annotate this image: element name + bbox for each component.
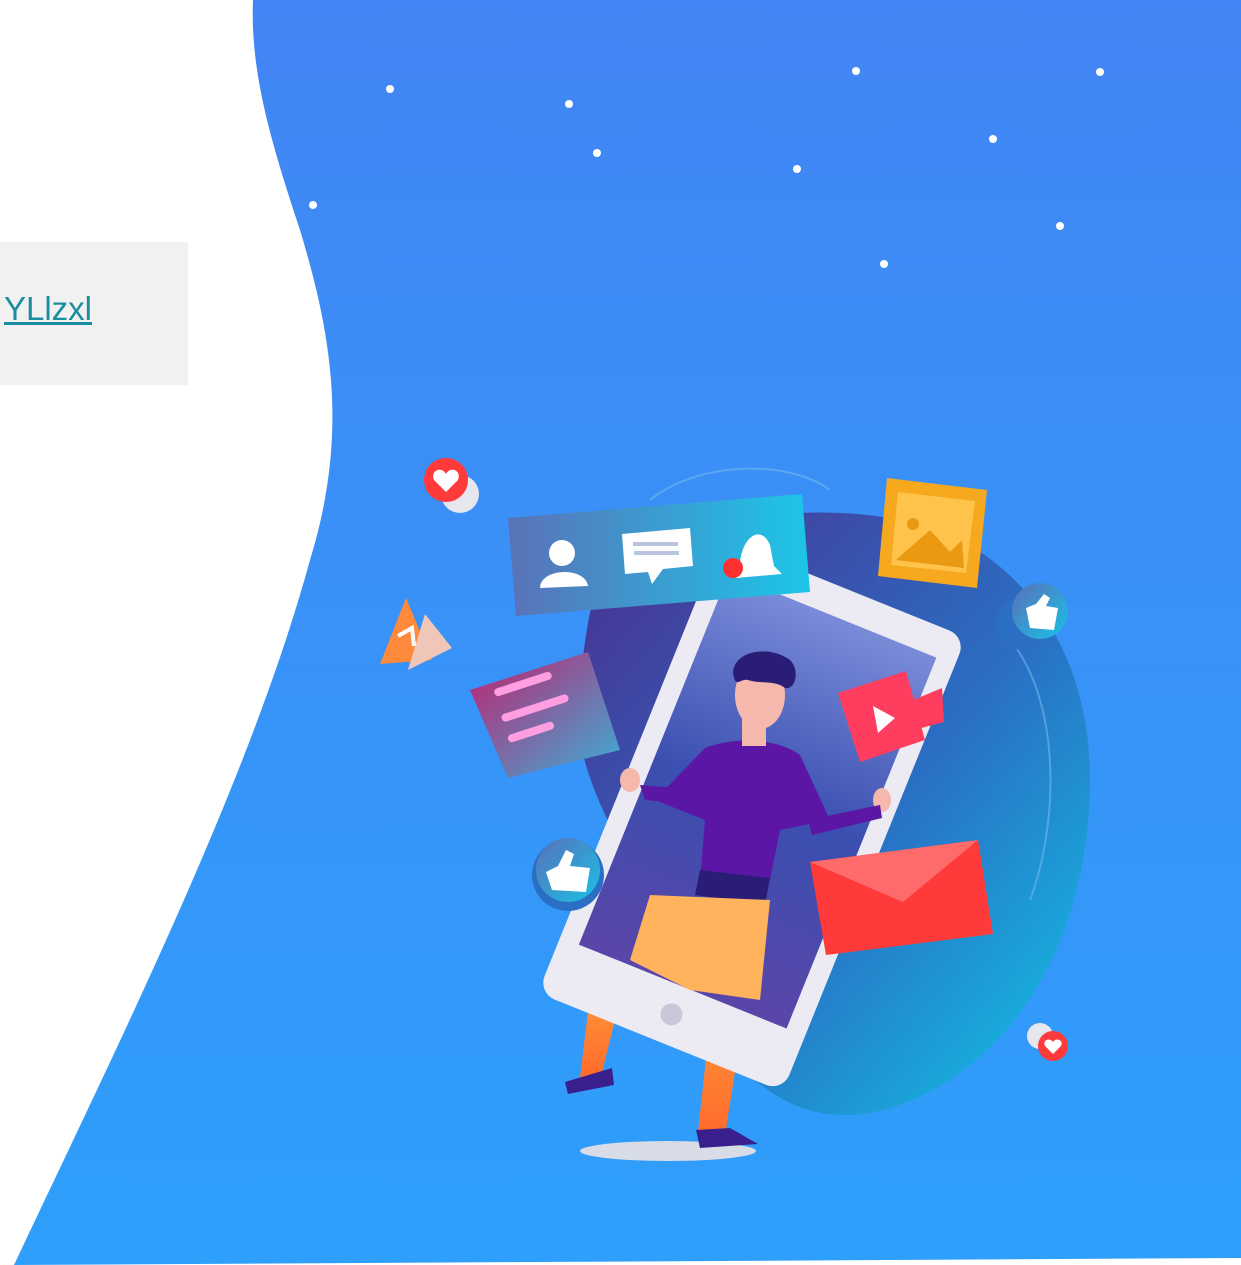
hero-illustration xyxy=(14,0,1241,1265)
link-text[interactable]: YLlzxl xyxy=(0,290,92,328)
image-icon xyxy=(878,478,987,588)
link-card: YLlzxl xyxy=(0,242,188,385)
